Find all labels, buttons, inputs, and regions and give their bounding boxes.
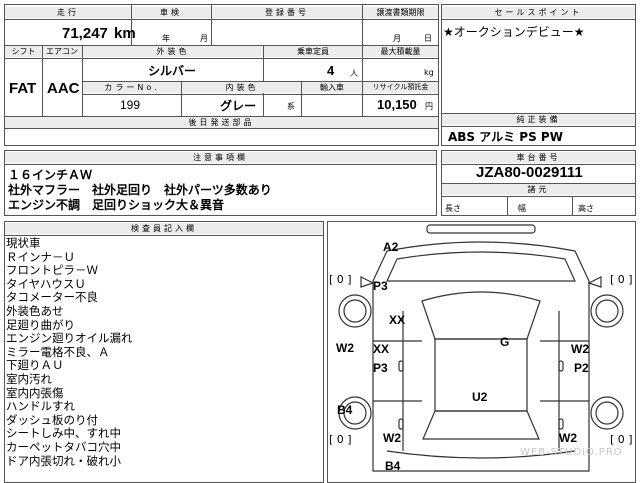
tire-depth-front-right: [ 0 ] [610,273,633,286]
damage-mark-w2-right-upper: W2 [571,342,589,356]
remark-line: タコメーター不良 [6,290,98,305]
transfer-month-unit: 月 [393,34,401,43]
damage-mark-g: G [500,335,510,349]
later-items-header: 後日発送部品 [5,117,438,128]
equipment-header: 純正装備 [442,114,635,125]
remark-line: カーペットタバコ穴中 [6,440,121,454]
chassis-header: 車台番号 [442,152,635,163]
mileage-value: 71,247 [62,25,108,42]
exterior-color-header: 外装色 [83,46,263,57]
shift-header: シフト [5,46,42,57]
color-no-value: 199 [120,98,141,112]
chassis-number: JZA80-0029111 [476,164,583,181]
width-label: 幅 [518,204,526,213]
length-label: 長さ [445,204,461,213]
capacity-unit: 人 [350,69,358,78]
aircon-header: エアコン [42,46,82,57]
aircon-value: AAC [47,80,80,97]
transfer-day-unit: 日 [424,34,432,43]
damage-mark-xx-lower: XX [373,342,390,356]
max-load-header: 最大積載量 [363,46,438,57]
remark-line: ダッシュ板のり付 [6,412,98,427]
import-header: 輸入車 [302,82,362,93]
capacity-header: 乗車定員 [264,46,362,57]
interior-color-header: 内装色 [182,82,302,93]
recycle-value: 10,150 [377,97,417,112]
remark-line: 下廻りＡＵ [6,358,64,373]
watermark: WEB-STUDIO.PRO [520,447,623,458]
damage-mark-a2: A2 [383,240,399,254]
remark-line: 現状車 [6,236,41,250]
remark-line: タイヤハウスＵ [6,276,86,291]
sales-point-text: ★オークションデビュー★ [443,25,585,39]
inspector-header: 検査員記入欄 [5,223,323,234]
mileage-header: 走行 [5,7,131,18]
notes-header: 注意事項欄 [5,152,436,163]
remark-line: ドア内張切れ・破れ小 [6,453,121,468]
inspection-header: 車検 [131,7,211,18]
max-load-unit: kg [424,68,434,77]
damage-mark-p3-upper: P3 [373,279,388,293]
damage-mark-w2-bottom-right: W2 [559,431,577,445]
damage-mark-b4-left: B4 [337,403,353,417]
remark-line: 外装色あせ [6,304,64,318]
registration-header: 登録番号 [212,7,362,18]
color-no-header: カラーNo. [83,82,181,93]
recycle-unit: 円 [425,102,433,111]
remark-line: 室内汚れ [6,372,52,386]
remark-line: 室内内張傷 [6,385,64,400]
remark-line: フロントピラ－Ｗ [6,263,98,278]
tire-depth-rear-right: [ 0 ] [610,433,633,446]
damage-mark-u2: U2 [472,390,488,404]
capacity-value: 4 [327,63,335,78]
inspection-month-unit: 月 [200,34,208,43]
damage-mark-p2: P2 [574,361,589,375]
remark-line: エンジン廻りオイル漏れ [6,331,133,346]
remark-line: Ｒインナ－Ｕ [6,249,75,264]
transfer-deadline-header: 譲渡書類期限 [363,7,438,18]
damage-mark-xx-upper: XX [389,313,406,327]
inspection-year-unit: 年 [162,34,170,43]
interior-color-value: グレー [220,99,257,113]
damage-mark-p3-lower: P3 [373,361,388,375]
remark-line: ミラー電格不良、Ａ [6,344,110,359]
damage-mark-b4-bottom: B4 [385,459,401,473]
height-label: 高さ [578,204,594,213]
damage-mark-w2-left: W2 [336,341,354,355]
damage-mark-w2-bottom-left: W2 [383,431,401,445]
remark-line: シートしみ中、すれ中 [6,426,121,441]
dimensions-header: 諸元 [442,184,635,195]
interior-color-suffix: 系 [287,102,295,111]
equipment-value: ABS アルミ PS PW [448,130,563,144]
remark-line: 足廻り曲がり [6,317,75,332]
tire-depth-front-left: [ 0 ] [329,273,352,286]
sales-point-header: セールスポイント [442,7,635,18]
exterior-color-value: シルバー [148,64,197,78]
notes-line-3: エンジン不調 足回りショック大＆異音 [8,198,225,212]
mileage-unit: km [114,25,136,42]
tire-depth-rear-left: [ 0 ] [329,433,352,446]
recycle-header: リサイクル預託金 [363,82,438,93]
remark-line: ハンドルすれ [6,399,75,414]
shift-value: FAT [9,80,37,97]
